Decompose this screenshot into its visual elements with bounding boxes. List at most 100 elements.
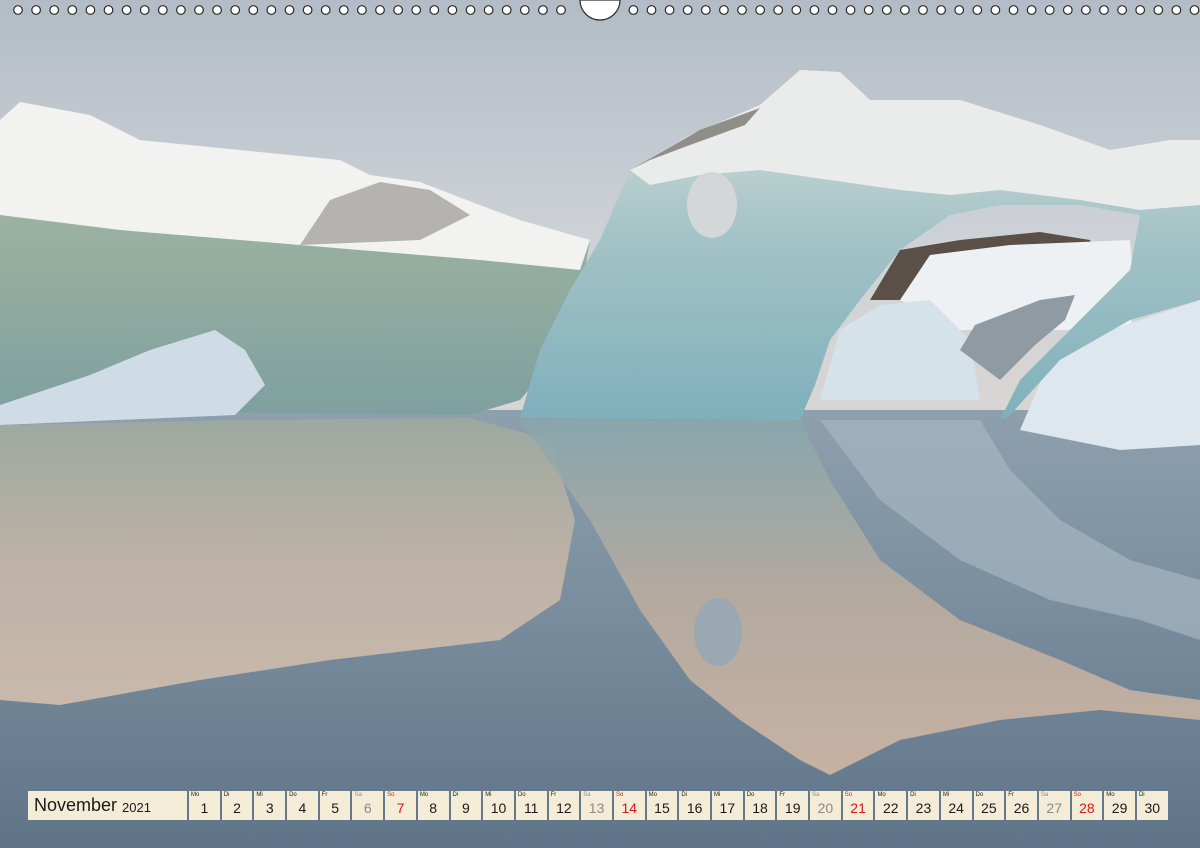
binding-ring-icon bbox=[827, 5, 838, 15]
binding-ring-icon bbox=[266, 5, 277, 15]
day-weekday: Fr bbox=[779, 792, 786, 798]
day-cell: Mi 10 bbox=[483, 791, 514, 820]
day-cell: Mi 17 bbox=[712, 791, 743, 820]
day-cell: Di 16 bbox=[679, 791, 710, 820]
day-number: 7 bbox=[396, 800, 405, 816]
binding-ring-icon bbox=[773, 5, 784, 15]
day-weekday: Fr bbox=[550, 792, 557, 798]
day-weekday: Do bbox=[975, 792, 984, 798]
day-weekday: Di bbox=[681, 792, 687, 798]
binding-ring-icon bbox=[175, 5, 186, 15]
day-weekday: Fr bbox=[1008, 792, 1014, 798]
day-cell: Sa 13 bbox=[581, 791, 612, 820]
binding-ring-icon bbox=[900, 5, 910, 15]
day-cell: Fr 26 bbox=[1006, 791, 1037, 820]
binding-ring-icon bbox=[1080, 5, 1091, 15]
day-weekday: Do bbox=[289, 792, 297, 798]
binding-ring-icon bbox=[157, 5, 168, 15]
day-cell: Mo 22 bbox=[875, 791, 907, 820]
binding-ring-icon bbox=[700, 5, 711, 15]
day-weekday: Mo bbox=[1106, 792, 1115, 798]
binding-ring-icon bbox=[194, 5, 204, 15]
day-number: 10 bbox=[490, 800, 507, 816]
binding-ring-icon bbox=[1189, 5, 1200, 15]
day-weekday: So bbox=[844, 792, 853, 798]
day-weekday: Mi bbox=[942, 792, 950, 798]
day-cell: Di 23 bbox=[908, 791, 939, 820]
calendar-strip: November 2021 Mo 1 Di 2 Mi 3 Do 4 Fr 5 Sa 6 So 7 Mo 8 Di… bbox=[28, 791, 1172, 820]
binding-ring-icon bbox=[121, 5, 132, 15]
day-number: 19 bbox=[784, 800, 801, 816]
day-list: Mo 1 Di 2 Mi 3 Do 4 Fr 5 Sa 6 So 7 Mo 8 Di 9 Mi 10 Do 11 Fr 12 S… bbox=[189, 791, 1168, 820]
day-number: 21 bbox=[850, 800, 866, 816]
day-weekday: Fr bbox=[321, 792, 328, 798]
day-cell: Mo 1 bbox=[189, 791, 220, 820]
spiral-binding bbox=[0, 0, 1200, 22]
day-cell: Mi 3 bbox=[254, 791, 286, 820]
spiral-binding-rings-icon bbox=[13, 0, 1200, 21]
binding-ring-icon bbox=[302, 5, 313, 15]
binding-ring-icon bbox=[737, 5, 747, 15]
binding-ring-icon bbox=[1117, 5, 1127, 15]
binding-ring-icon bbox=[248, 5, 259, 15]
day-number: 17 bbox=[719, 800, 736, 816]
day-weekday: Do bbox=[517, 792, 526, 798]
binding-ring-icon bbox=[809, 5, 820, 15]
day-number: 25 bbox=[981, 800, 997, 816]
binding-ring-icon bbox=[863, 5, 874, 15]
binding-ring-icon bbox=[429, 5, 440, 15]
binding-ring-icon bbox=[393, 5, 404, 15]
day-number: 23 bbox=[915, 800, 932, 816]
day-number: 2 bbox=[233, 800, 241, 816]
day-cell: Mo 8 bbox=[417, 791, 449, 820]
binding-ring-icon bbox=[501, 5, 512, 15]
day-cell: So 28 bbox=[1071, 791, 1103, 820]
binding-ring-icon bbox=[845, 5, 856, 15]
binding-ring-icon bbox=[230, 5, 241, 15]
day-weekday: Mo bbox=[877, 792, 886, 798]
day-number: 3 bbox=[265, 800, 274, 816]
binding-ring-icon bbox=[990, 5, 1001, 15]
binding-ring-icon bbox=[1008, 5, 1019, 15]
day-cell: So 7 bbox=[385, 791, 416, 820]
day-number: 26 bbox=[1013, 800, 1030, 816]
day-number: 30 bbox=[1144, 800, 1161, 816]
day-weekday: Sa bbox=[583, 792, 591, 798]
binding-ring-icon bbox=[664, 5, 675, 15]
day-weekday: Mo bbox=[419, 792, 429, 798]
binding-ring-icon bbox=[411, 5, 422, 15]
binding-ring-icon bbox=[646, 5, 657, 15]
day-weekday: Do bbox=[746, 792, 755, 798]
binding-ring-icon bbox=[1044, 5, 1055, 15]
day-cell: Di 30 bbox=[1136, 791, 1168, 820]
day-weekday: Di bbox=[910, 792, 916, 798]
month-name: November bbox=[34, 795, 118, 815]
day-weekday: Mo bbox=[648, 792, 657, 798]
day-weekday: Di bbox=[452, 792, 459, 798]
day-number: 22 bbox=[882, 800, 899, 816]
day-cell: Do 18 bbox=[744, 791, 776, 820]
day-number: 6 bbox=[363, 800, 372, 816]
day-cell: Di 9 bbox=[450, 791, 482, 820]
binding-ring-icon bbox=[49, 5, 60, 15]
month-label: November 2021 bbox=[28, 791, 187, 820]
binding-ring-icon bbox=[538, 5, 548, 15]
day-number: 8 bbox=[429, 800, 438, 816]
binding-ring-icon bbox=[972, 5, 983, 15]
binding-ring-icon bbox=[357, 5, 367, 15]
binding-ring-icon bbox=[1171, 5, 1182, 15]
day-number: 4 bbox=[298, 800, 307, 816]
binding-ring-icon bbox=[755, 5, 765, 15]
day-number: 12 bbox=[556, 800, 572, 816]
binding-ring-icon bbox=[1062, 5, 1073, 15]
day-cell: So 21 bbox=[842, 791, 874, 820]
binding-ring-icon bbox=[936, 5, 946, 15]
day-number: 18 bbox=[752, 800, 768, 816]
month-year: 2021 bbox=[122, 799, 151, 815]
day-weekday: So bbox=[387, 792, 395, 798]
binding-ring-icon bbox=[31, 5, 41, 15]
binding-ring-icon bbox=[465, 5, 476, 15]
binding-ring-icon bbox=[13, 5, 23, 15]
day-number: 5 bbox=[331, 800, 339, 816]
day-weekday: Mi bbox=[714, 792, 721, 798]
